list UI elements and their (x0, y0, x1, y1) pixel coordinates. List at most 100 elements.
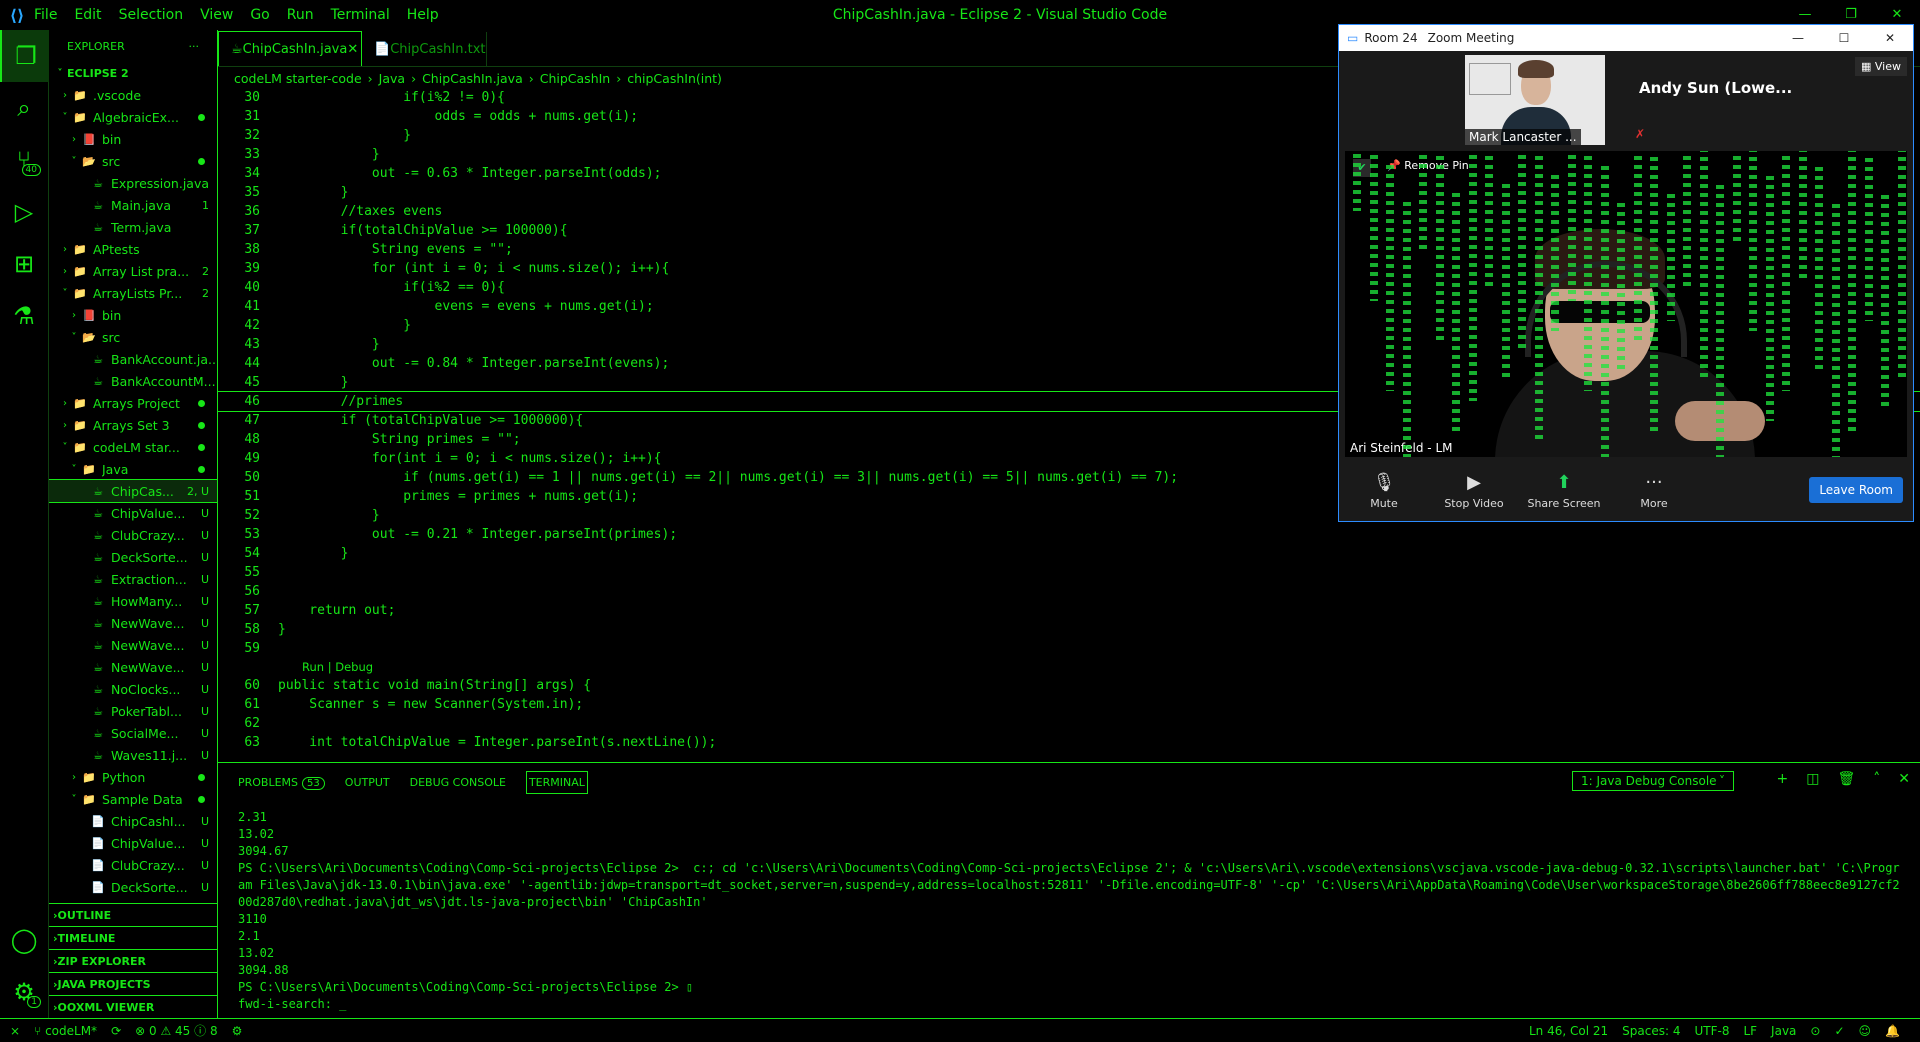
tree-item[interactable]: ☕ NewWave... U (49, 612, 217, 634)
pinned-video[interactable]: ✔ 📌 Remove Pin Ari Steinfeld - LM (1345, 151, 1907, 457)
tree-item[interactable]: ˅ 📁 ArrayLists Pr... 2 (49, 282, 217, 304)
minimize-icon[interactable]: — (1775, 31, 1821, 45)
maximize-panel-icon[interactable]: ˄ (1873, 771, 1880, 787)
close-icon[interactable]: ✕ (347, 42, 358, 57)
problems-indicator[interactable]: ⊗ 0 ⚠ 45 ⓘ 8 (135, 1022, 217, 1039)
tree-item[interactable]: › 📕 bin (49, 304, 217, 326)
tree-item[interactable]: › 📁 .vscode (49, 84, 217, 106)
source-control-icon[interactable]: ⑂ 40 (0, 134, 48, 186)
search-icon[interactable]: ⌕ (0, 82, 48, 134)
debug-icon[interactable]: ⚙ (232, 1024, 243, 1038)
participant-thumbnail[interactable]: Mark Lancaster ... (1465, 55, 1605, 145)
tree-item[interactable]: › 📁 Array List pra... 2 (49, 260, 217, 282)
thumbs-icon[interactable]: ✓ (1834, 1024, 1844, 1038)
close-icon[interactable]: ✕ (1867, 31, 1913, 45)
menu-run[interactable]: Run (287, 7, 314, 23)
close-panel-icon[interactable]: ✕ (1898, 771, 1910, 787)
tree-item[interactable]: › 📁 Python (49, 766, 217, 788)
remove-pin-button[interactable]: 📌 Remove Pin (1387, 159, 1469, 172)
settings-gear-icon[interactable]: ⚙ 1 (0, 966, 48, 1018)
tree-item[interactable]: ☕ ClubCrazy... U (49, 524, 217, 546)
extensions-icon[interactable]: ⊞ (0, 238, 48, 290)
menu-file[interactable]: File (34, 7, 57, 23)
tree-item[interactable]: 📄 DeckSorte... U (49, 876, 217, 898)
stop-video-button[interactable]: ▶ Stop Video (1429, 472, 1519, 510)
tree-item[interactable]: ☕ PokerTabl... U (49, 700, 217, 722)
tree-item[interactable]: ☕ SocialMe... U (49, 722, 217, 744)
panel-tab-debug-console[interactable]: DEBUG CONSOLE (410, 776, 506, 789)
sidebar-section-outline[interactable]: › OUTLINE (49, 903, 217, 926)
tree-item[interactable]: 📄 ClubCrazy... U (49, 854, 217, 876)
menu-go[interactable]: Go (250, 7, 269, 23)
leave-room-button[interactable]: Leave Room (1809, 477, 1903, 503)
breadcrumb-item[interactable]: codeLM starter-code (234, 71, 362, 86)
indentation[interactable]: Spaces: 4 (1622, 1024, 1680, 1038)
tree-item[interactable]: ☕ DeckSorte... U (49, 546, 217, 568)
tree-item[interactable]: ☕ NewWave... U (49, 634, 217, 656)
tree-item[interactable]: › 📁 APtests (49, 238, 217, 260)
tab-chipcashin-txt[interactable]: 📄 ChipCashIn.txt (362, 32, 487, 66)
cursor-position[interactable]: Ln 46, Col 21 (1529, 1024, 1608, 1038)
run-debug-icon[interactable]: ▷ (0, 186, 48, 238)
new-terminal-icon[interactable]: + (1777, 771, 1789, 787)
breadcrumb-item[interactable]: chipCashIn(int) (627, 71, 722, 86)
tree-item[interactable]: › 📁 Arrays Set 3 (49, 414, 217, 436)
java-status-icon[interactable]: ⊙ (1810, 1024, 1820, 1038)
breadcrumb-item[interactable]: Java (379, 71, 405, 86)
sidebar-section-java-projects[interactable]: › JAVA PROJECTS (49, 972, 217, 995)
sidebar-section-timeline[interactable]: › TIMELINE (49, 926, 217, 949)
tree-item[interactable]: › 📁 Arrays Project (49, 392, 217, 414)
tree-item[interactable]: ☕ BankAccountM... (49, 370, 217, 392)
split-terminal-icon[interactable]: ◫ (1806, 771, 1819, 787)
tree-item[interactable]: › 📕 bin (49, 128, 217, 150)
share-screen-button[interactable]: ⬆ Share Screen (1519, 472, 1609, 510)
breadcrumb-item[interactable]: ChipCashIn (540, 71, 611, 86)
tree-item[interactable]: ☕ Extraction... U (49, 568, 217, 590)
tab-chipcashin-java[interactable]: ☕ ChipCashIn.java ✕ (218, 31, 362, 66)
view-button[interactable]: ▦ View (1855, 57, 1907, 76)
language-mode[interactable]: Java (1771, 1024, 1796, 1038)
sync-icon[interactable]: ⟳ (111, 1024, 121, 1038)
panel-tab-terminal[interactable]: TERMINAL (525, 770, 588, 794)
tree-item[interactable]: ˅ 📂 src (49, 326, 217, 348)
tree-item[interactable]: 📄 ChipCashI... U (49, 810, 217, 832)
tree-item[interactable]: ☕ HowMany... U (49, 590, 217, 612)
tree-item[interactable]: ˅ 📁 Sample Data (49, 788, 217, 810)
tree-item[interactable]: 📄 ChipValue... U (49, 832, 217, 854)
tree-item[interactable]: ☕ ChipCas... 2, U (49, 479, 217, 503)
terminal-select[interactable]: 1: Java Debug Console ˅ (1572, 771, 1734, 791)
codelens-run-debug[interactable]: Run | Debug (218, 658, 1920, 676)
sidebar-section-zip-explorer[interactable]: › ZIP EXPLORER (49, 949, 217, 972)
account-icon[interactable]: ◯ (0, 914, 48, 966)
feedback-icon[interactable]: ☺ (1859, 1024, 1872, 1038)
tree-item[interactable]: ☕ BankAccount.ja... (49, 348, 217, 370)
tree-item[interactable]: ☕ NoClocks... U (49, 678, 217, 700)
tree-item[interactable]: ☕ Expression.java (49, 172, 217, 194)
more-actions-icon[interactable]: ··· (189, 40, 200, 53)
branch-indicator[interactable]: ⑂ codeLM* (34, 1024, 97, 1038)
menu-help[interactable]: Help (407, 7, 439, 23)
maximize-icon[interactable]: ☐ (1821, 31, 1867, 45)
testing-flask-icon[interactable]: ⚗ (0, 290, 48, 342)
tree-item[interactable]: ˅ 📁 AlgebraicEx... (49, 106, 217, 128)
tree-item[interactable]: ☕ Main.java 1 (49, 194, 217, 216)
explorer-icon[interactable]: ❐ (0, 30, 50, 82)
menu-selection[interactable]: Selection (119, 7, 184, 23)
panel-tab-problems[interactable]: PROBLEMS 53 (238, 776, 325, 790)
tree-item[interactable]: ☕ Waves11.j... U (49, 744, 217, 766)
breadcrumb-item[interactable]: ChipCashIn.java (422, 71, 523, 86)
tree-item[interactable]: ☕ NewWave... U (49, 656, 217, 678)
mute-button[interactable]: 🎙 Mute (1339, 472, 1429, 510)
notifications-bell-icon[interactable]: 🔔 (1885, 1024, 1900, 1038)
workspace-root[interactable]: ˅ ECLIPSE 2 (49, 62, 217, 84)
tree-item[interactable]: ˅ 📁 codeLM star... (49, 436, 217, 458)
remote-icon[interactable]: ⨯ (10, 1024, 20, 1038)
menu-edit[interactable]: Edit (74, 7, 101, 23)
terminal-output[interactable]: 2.31 13.02 3094.67 PS C:\Users\Ari\Document… (238, 809, 1900, 1013)
encoding[interactable]: UTF-8 (1694, 1024, 1729, 1038)
sidebar-section-ooxml-viewer[interactable]: › OOXML VIEWER (49, 995, 217, 1018)
tree-item[interactable]: ☕ Term.java (49, 216, 217, 238)
more-button[interactable]: ··· More (1609, 472, 1699, 510)
tree-item[interactable]: ☕ ChipValue... U (49, 502, 217, 524)
tree-item[interactable]: ˅ 📁 Java (49, 458, 217, 480)
